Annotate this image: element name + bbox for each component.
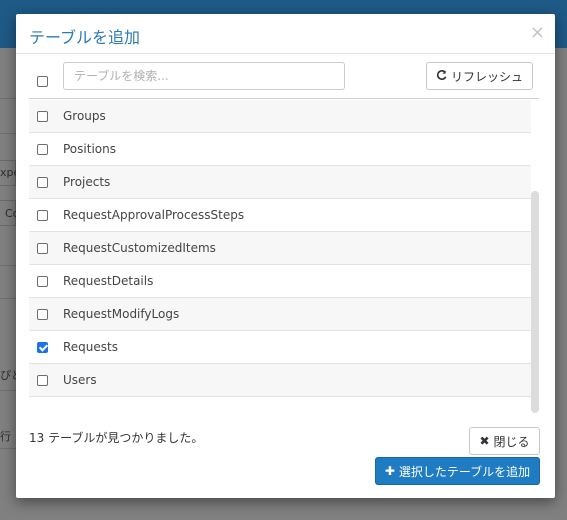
plus-icon: ✚ [384, 464, 395, 478]
table-row-checkbox[interactable] [37, 210, 48, 221]
table-row-label: RequestDetails [63, 274, 154, 288]
close-button-label: 閉じる [493, 434, 530, 449]
toolbar: リフレッシュ [16, 55, 555, 98]
times-icon: ✖ [479, 434, 490, 448]
background-divider [0, 265, 16, 266]
table-list: Groups Positions Projects RequestApprovalPr… [29, 100, 531, 398]
background-divider [0, 448, 16, 449]
table-row-label: Positions [63, 142, 116, 156]
background-fragment: 行 [0, 430, 11, 443]
table-row-checkbox[interactable] [37, 276, 48, 287]
table-row-label: Users [63, 373, 97, 387]
refresh-icon [436, 69, 447, 83]
close-button[interactable]: ✖ 閉じる [469, 427, 540, 455]
table-row-label: RequestCustomizedItems [63, 241, 216, 255]
table-row-label: RequestModifyLogs [63, 307, 180, 321]
modal-header: テーブルを追加 × [16, 14, 555, 54]
search-input[interactable] [63, 62, 345, 90]
table-row[interactable]: RequestModifyLogs [29, 298, 531, 331]
found-count-text: 13 テーブルが見つかりました。 [29, 431, 204, 445]
table-row-checkbox[interactable] [37, 309, 48, 320]
table-row[interactable]: Users [29, 364, 531, 397]
background-divider [0, 133, 16, 134]
table-row[interactable]: Positions [29, 133, 531, 166]
table-row-checkbox[interactable] [37, 111, 48, 122]
background-divider [0, 98, 16, 99]
table-row[interactable]: RequestCustomizedItems [29, 232, 531, 265]
list-scrollbar[interactable] [531, 191, 539, 413]
table-row[interactable]: Groups [29, 100, 531, 133]
table-row-checkbox[interactable] [37, 243, 48, 254]
table-row-label: Groups [63, 109, 106, 123]
add-selected-tables-label: 選択したテーブルを追加 [398, 464, 531, 479]
table-row[interactable]: RequestApprovalProcessSteps [29, 199, 531, 232]
select-all-checkbox[interactable] [37, 76, 48, 87]
table-row-label: Requests [63, 340, 118, 354]
table-row-label: Projects [63, 175, 111, 189]
table-row-checkbox[interactable] [37, 177, 48, 188]
table-row-checkbox[interactable] [37, 144, 48, 155]
list-top-rule [29, 98, 539, 99]
background-divider [0, 390, 16, 391]
table-row-checkbox[interactable] [37, 342, 48, 353]
refresh-button[interactable]: リフレッシュ [426, 62, 533, 90]
add-table-modal: テーブルを追加 × リフレッシュ Groups Positions Projects… [16, 14, 555, 498]
table-row-label: RequestApprovalProcessSteps [63, 208, 245, 222]
add-selected-tables-button[interactable]: ✚ 選択したテーブルを追加 [375, 457, 540, 485]
table-row-checkbox[interactable] [37, 375, 48, 386]
refresh-label: リフレッシュ [450, 69, 523, 84]
modal-title: テーブルを追加 [29, 28, 141, 47]
table-row[interactable]: Requests [29, 331, 531, 364]
close-icon[interactable]: × [530, 22, 545, 43]
table-row[interactable]: Projects [29, 166, 531, 199]
table-row[interactable]: RequestDetails [29, 265, 531, 298]
background-divider [0, 298, 16, 299]
